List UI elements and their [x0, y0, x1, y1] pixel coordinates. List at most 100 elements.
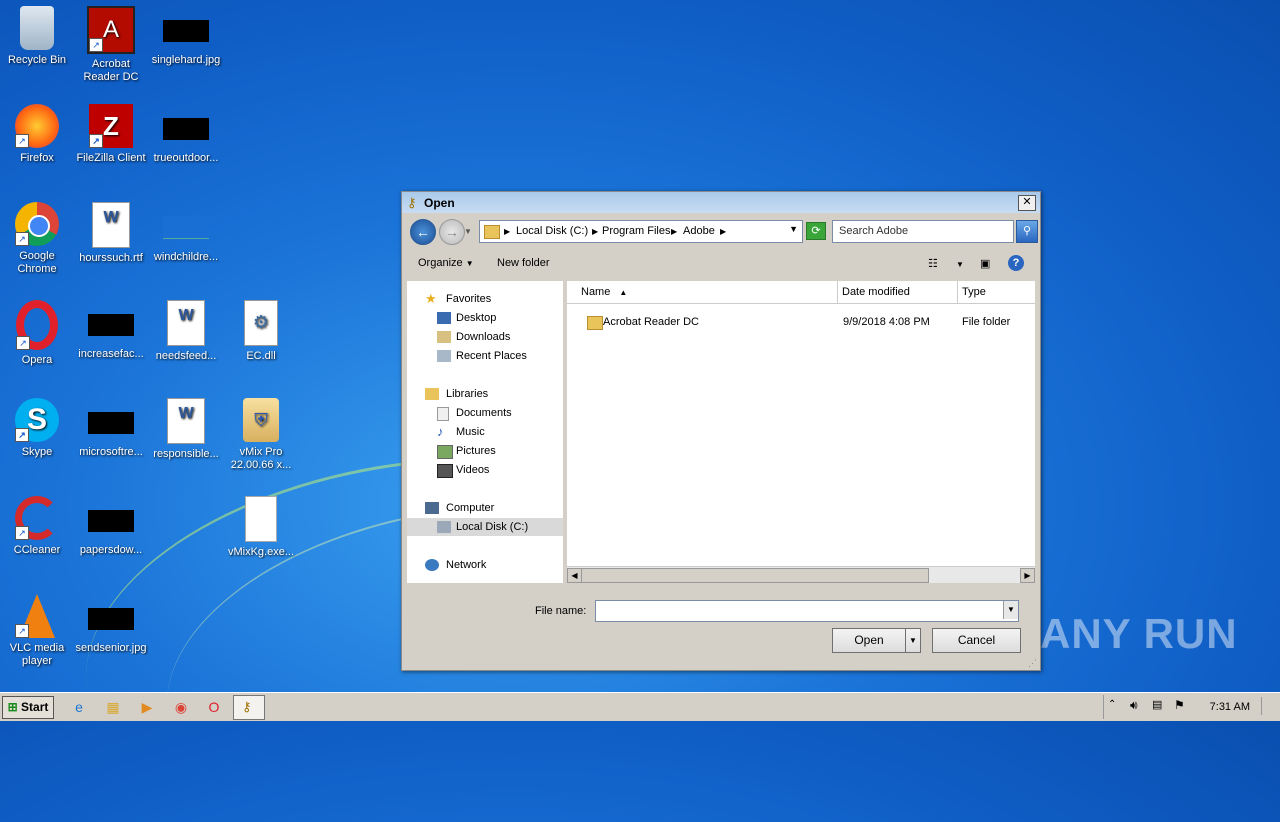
nav-pictures[interactable]: Pictures — [407, 442, 563, 460]
scrollbar-thumb[interactable] — [581, 568, 929, 583]
close-button[interactable]: ✕ — [1018, 195, 1036, 211]
organize-button[interactable]: Organize ▼ — [418, 257, 474, 269]
search-icon[interactable]: ⚲ — [1016, 220, 1038, 243]
column-header-type[interactable]: Type — [958, 281, 1035, 304]
opera-icon[interactable]: O — [204, 697, 224, 717]
desktop-icon-ccleaner[interactable]: ↗ CCleaner — [0, 496, 74, 557]
breadcrumb-local-disk[interactable]: Local Disk (C:) — [516, 225, 588, 237]
open-dialog: ⚷ Open ✕ ← → ▼ ▶ Local Disk (C:) ▶ Progr… — [401, 191, 1041, 671]
nav-music[interactable]: ♪ Music — [407, 423, 563, 441]
desktop-icon-recycle-bin[interactable]: Recycle Bin — [0, 6, 74, 67]
view-options-icon[interactable]: ☷ — [928, 257, 938, 270]
scroll-right-icon[interactable]: ▶ — [1020, 568, 1035, 583]
action-center-flag-icon[interactable]: ⚑ — [1174, 698, 1185, 712]
recent-pages-dropdown[interactable]: ▼ — [464, 227, 472, 236]
desktop-icon-singlehard[interactable]: singlehard.jpg — [149, 6, 223, 67]
desktop-icon-windchildre[interactable]: windchildre... — [149, 202, 223, 264]
desktop-icon-label: vMixKg.exe... — [227, 546, 295, 558]
open-button[interactable]: Open — [832, 628, 906, 653]
file-explorer-icon[interactable]: ▦ — [103, 697, 123, 717]
desktop-icon-responsible[interactable]: W responsible... — [149, 398, 223, 461]
desktop-icon-trueoutdoor[interactable]: trueoutdoor... — [149, 104, 223, 165]
desktop-icon-opera[interactable]: ↗ Opera — [0, 300, 74, 367]
breadcrumb-adobe[interactable]: Adobe — [683, 225, 715, 237]
chevron-down-icon[interactable]: ▼ — [789, 224, 798, 234]
open-dropdown-button[interactable]: ▼ — [905, 628, 921, 653]
desktop-icon-microsoftre[interactable]: microsoftre... — [74, 398, 148, 459]
resize-grip-icon[interactable]: ⋰ — [1028, 658, 1038, 668]
chrome-icon[interactable]: ◉ — [171, 697, 191, 717]
forward-button[interactable]: → — [439, 219, 465, 245]
column-header-name[interactable]: Name ▲ — [567, 281, 838, 304]
open-dialog-taskbar-button[interactable]: ⚷ — [233, 695, 265, 720]
shortcut-arrow-icon: ↗ — [15, 232, 29, 246]
media-player-icon[interactable]: ▶ — [137, 697, 157, 717]
file-name-input[interactable] — [595, 600, 1019, 622]
breadcrumb-program-files[interactable]: Program Files — [602, 225, 670, 237]
back-button[interactable]: ← — [410, 219, 436, 245]
nav-label: Desktop — [456, 312, 497, 324]
desktop-icon-needsfeed[interactable]: W needsfeed... — [149, 300, 223, 363]
opera-icon: ↗ — [16, 300, 58, 350]
breadcrumb-separator[interactable]: ▶ — [671, 227, 677, 236]
desktop-icon-increasefac[interactable]: increasefac... — [74, 300, 148, 361]
desktop-icon-vlc[interactable]: ↗ VLC media player — [0, 594, 74, 668]
nav-videos[interactable]: Videos — [407, 461, 563, 479]
show-hidden-icons-icon[interactable]: ⌃ — [1108, 699, 1116, 710]
computer-icon — [425, 502, 439, 514]
file-row[interactable]: Acrobat Reader DC 9/9/2018 4:08 PM File … — [567, 313, 1035, 331]
desktop-icon-filezilla[interactable]: Z ↗ FileZilla Client — [74, 104, 148, 165]
nav-recent-places[interactable]: Recent Places — [407, 347, 563, 365]
horizontal-scrollbar[interactable]: ◀ ▶ — [567, 566, 1035, 583]
desktop-icon-vmix-pro[interactable]: ⛨ vMix Pro 22.00.66 x... — [224, 398, 298, 472]
desktop-icon-papersdow[interactable]: papersdow... — [74, 496, 148, 557]
help-icon[interactable]: ? — [1008, 255, 1024, 271]
refresh-button[interactable]: ⟳ — [806, 222, 826, 240]
desktop-icon-firefox[interactable]: ↗ Firefox — [0, 104, 74, 165]
nav-documents[interactable]: Documents — [407, 404, 563, 422]
star-icon: ★ — [425, 291, 437, 306]
chevron-down-icon: ▼ — [465, 259, 474, 268]
column-label: Type — [962, 286, 986, 298]
desktop-icon-hourssuch[interactable]: W hourssuch.rtf — [74, 202, 148, 265]
nav-downloads[interactable]: Downloads — [407, 328, 563, 346]
nav-favorites[interactable]: ★ Favorites — [407, 290, 563, 308]
cancel-button[interactable]: Cancel — [932, 628, 1021, 653]
nav-label: Documents — [456, 407, 512, 419]
chevron-down-icon[interactable]: ▼ — [1003, 601, 1018, 619]
preview-pane-icon[interactable]: ▣ — [980, 257, 990, 270]
start-button[interactable]: ⊞ Start — [2, 696, 54, 719]
desktop-icon-label: FileZilla Client — [76, 152, 146, 164]
new-folder-button[interactable]: New folder — [497, 257, 550, 269]
desktop-icon-ec-dll[interactable]: ⚙ EC.dll — [224, 300, 298, 363]
nav-network[interactable]: Network — [407, 556, 563, 574]
desktop-icon-sendsenior[interactable]: sendsenior.jpg — [74, 594, 148, 655]
scroll-left-icon[interactable]: ◀ — [567, 568, 582, 583]
breadcrumb-separator[interactable]: ▶ — [592, 227, 598, 236]
internet-explorer-icon[interactable]: e — [69, 697, 89, 717]
column-header-date-modified[interactable]: Date modified — [838, 281, 958, 304]
network-icon[interactable]: ▤ — [1152, 698, 1162, 711]
desktop-icon-acrobat[interactable]: A ↗ Acrobat Reader DC — [74, 6, 148, 84]
desktop-icon-vmixkg[interactable]: vMixKg.exe... — [224, 496, 298, 559]
desktop-icon-skype[interactable]: S ↗ Skype — [0, 398, 74, 459]
desktop-icon-label: Google Chrome — [17, 250, 57, 275]
address-bar[interactable]: ▶ Local Disk (C:) ▶ Program Files ▶ Adob… — [479, 220, 803, 243]
chrome-icon: ↗ — [15, 202, 59, 246]
chevron-down-icon[interactable]: ▼ — [956, 260, 964, 269]
volume-icon[interactable]: 🔊︎ — [1130, 698, 1138, 713]
clock[interactable]: 7:31 AM — [1210, 701, 1250, 713]
breadcrumb-separator[interactable]: ▶ — [720, 227, 726, 236]
nav-libraries[interactable]: Libraries — [407, 385, 563, 403]
nav-local-disk[interactable]: Local Disk (C:) — [407, 518, 563, 536]
nav-computer[interactable]: Computer — [407, 499, 563, 517]
dialog-titlebar[interactable]: ⚷ Open ✕ — [402, 192, 1040, 213]
breadcrumb-separator[interactable]: ▶ — [504, 227, 510, 236]
show-desktop-button[interactable] — [1261, 697, 1276, 715]
nav-label: Videos — [456, 464, 490, 476]
search-input[interactable]: Search Adobe — [832, 220, 1014, 243]
desktop-icon-google-chrome[interactable]: ↗ Google Chrome — [0, 202, 74, 276]
nav-desktop[interactable]: Desktop — [407, 309, 563, 327]
folder-icon — [587, 316, 603, 330]
documents-icon — [437, 407, 449, 421]
